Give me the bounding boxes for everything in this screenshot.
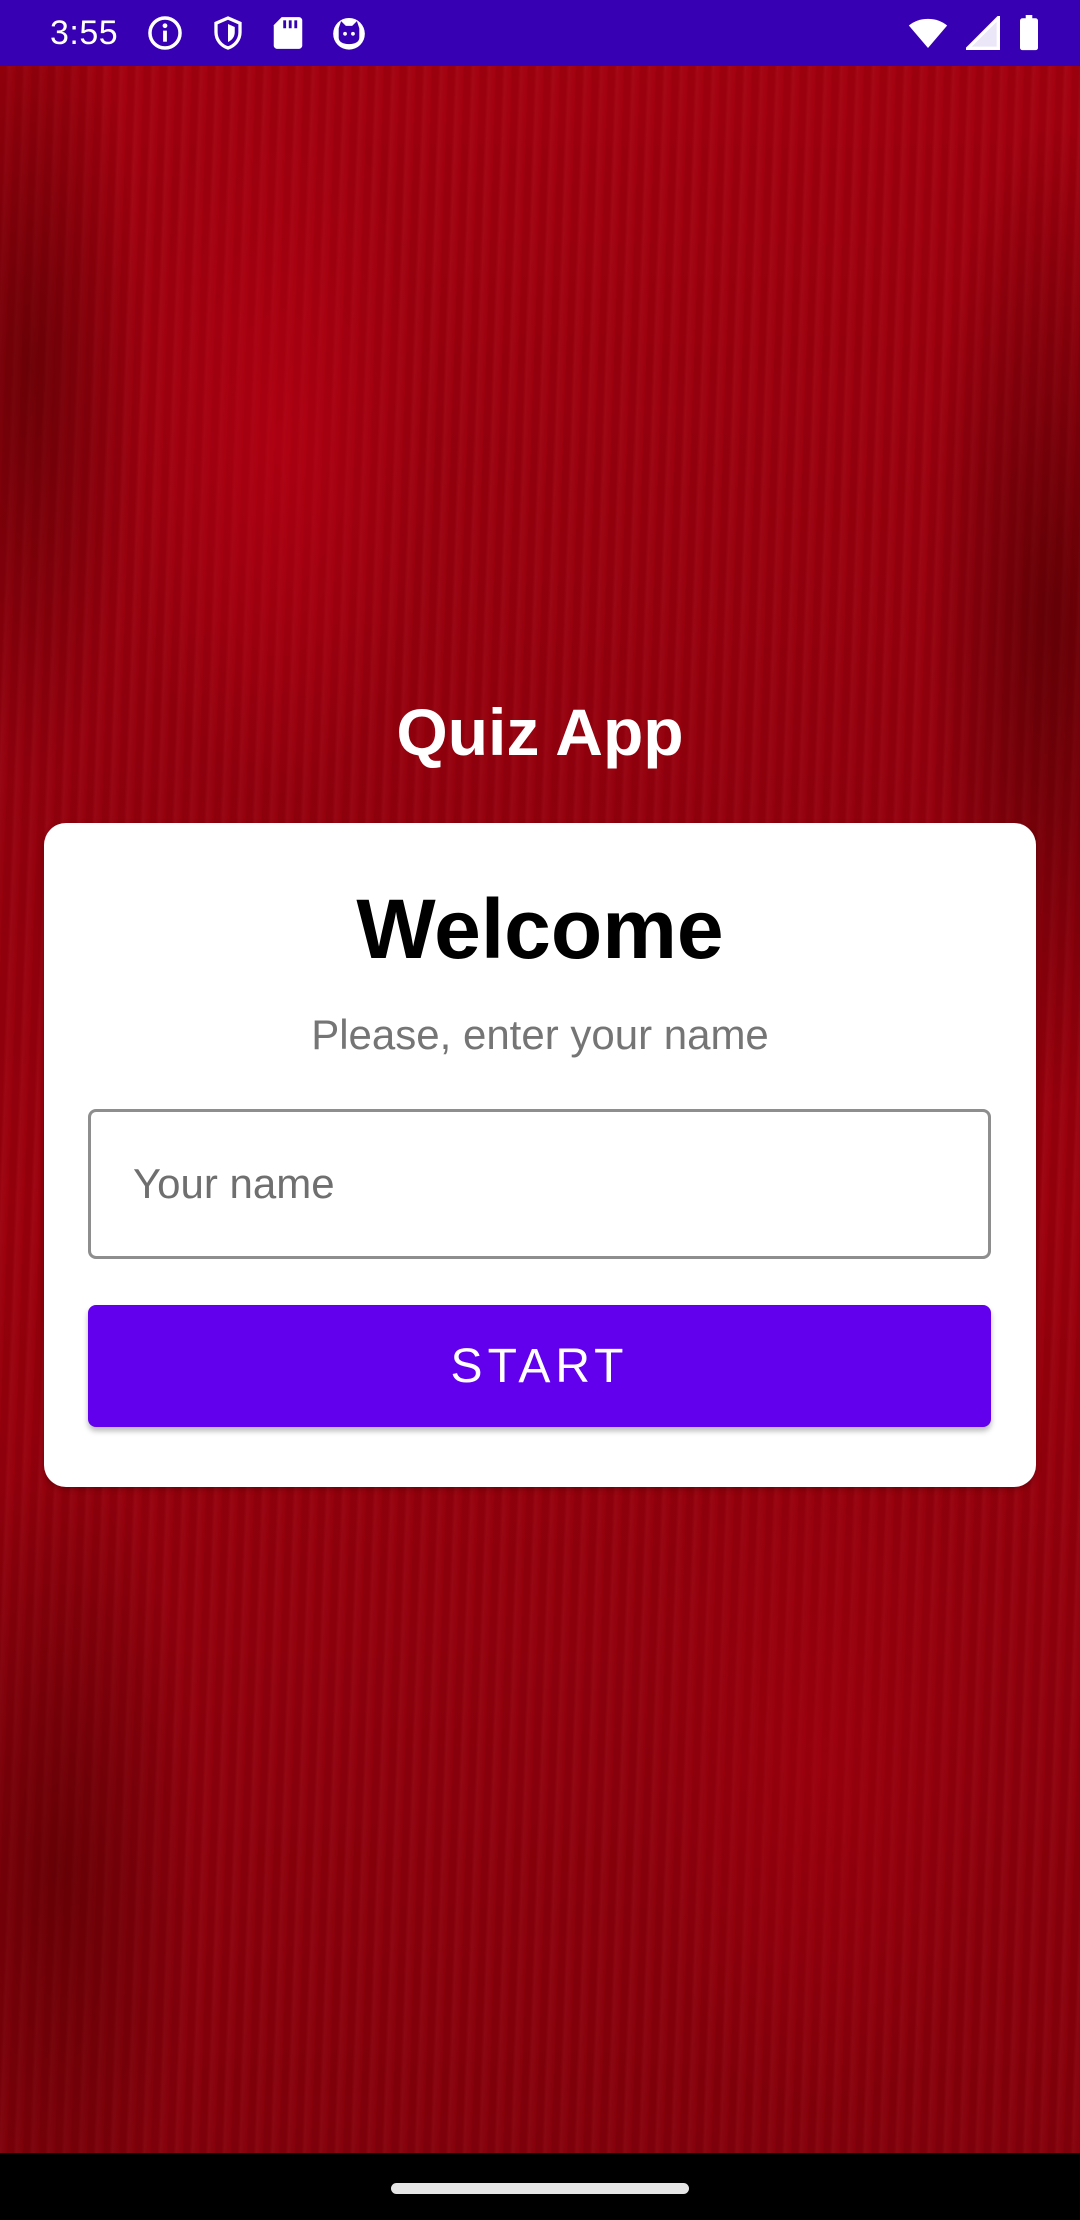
name-input[interactable] [88,1109,991,1259]
info-icon [146,14,184,52]
sd-card-icon [272,14,304,52]
welcome-card: Welcome Please, enter your name START [44,823,1036,1487]
name-prompt: Please, enter your name [311,1011,769,1058]
system-icons [908,15,1040,51]
status-time: 3:55 [50,13,119,52]
notification-icons [146,14,368,52]
navigation-bar [0,2153,1080,2220]
shield-icon [210,14,246,52]
start-button[interactable]: START [88,1305,991,1427]
home-gesture-handle[interactable] [391,2183,689,2194]
cell-signal-icon [966,16,1000,50]
status-bar: 3:55 [0,0,1080,66]
cat-face-icon [330,14,368,52]
app-title: Quiz App [396,695,684,769]
welcome-heading: Welcome [356,882,724,976]
battery-icon [1018,15,1040,51]
wifi-icon [908,16,948,50]
